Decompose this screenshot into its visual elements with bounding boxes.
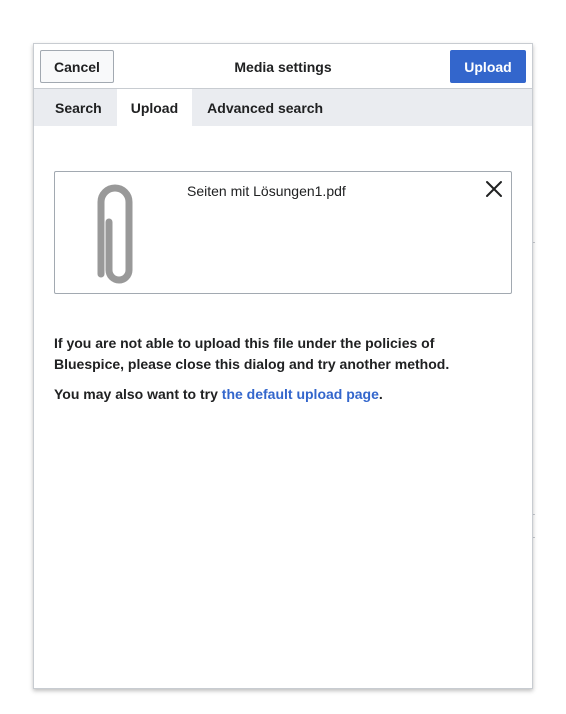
background-rule	[533, 537, 535, 538]
cancel-button[interactable]: Cancel	[40, 50, 114, 83]
dialog-header: Cancel Media settings Upload	[34, 44, 532, 89]
upload-button[interactable]: Upload	[450, 50, 526, 83]
tab-search[interactable]: Search	[44, 89, 113, 126]
alternative-upload-prefix: You may also want to try	[54, 386, 222, 402]
alternative-upload-notice: You may also want to try the default upl…	[54, 384, 494, 405]
close-icon[interactable]	[483, 178, 505, 200]
background-rule	[533, 514, 535, 515]
media-settings-dialog: Cancel Media settings Upload Search Uplo…	[33, 43, 533, 689]
alternative-upload-suffix: .	[378, 386, 383, 402]
default-upload-page-link[interactable]: the default upload page	[222, 386, 379, 402]
policy-notice: If you are not able to upload this file …	[54, 335, 450, 372]
file-name: Seiten mit Lösungen1.pdf	[187, 183, 346, 199]
paperclip-icon	[85, 178, 143, 288]
background-rule	[533, 242, 535, 243]
tab-upload[interactable]: Upload	[116, 89, 193, 126]
tab-bar: Search Upload Advanced search	[34, 89, 532, 126]
selected-file-card: Seiten mit Lösungen1.pdf	[54, 171, 512, 294]
tab-advanced-search[interactable]: Advanced search	[196, 89, 334, 126]
